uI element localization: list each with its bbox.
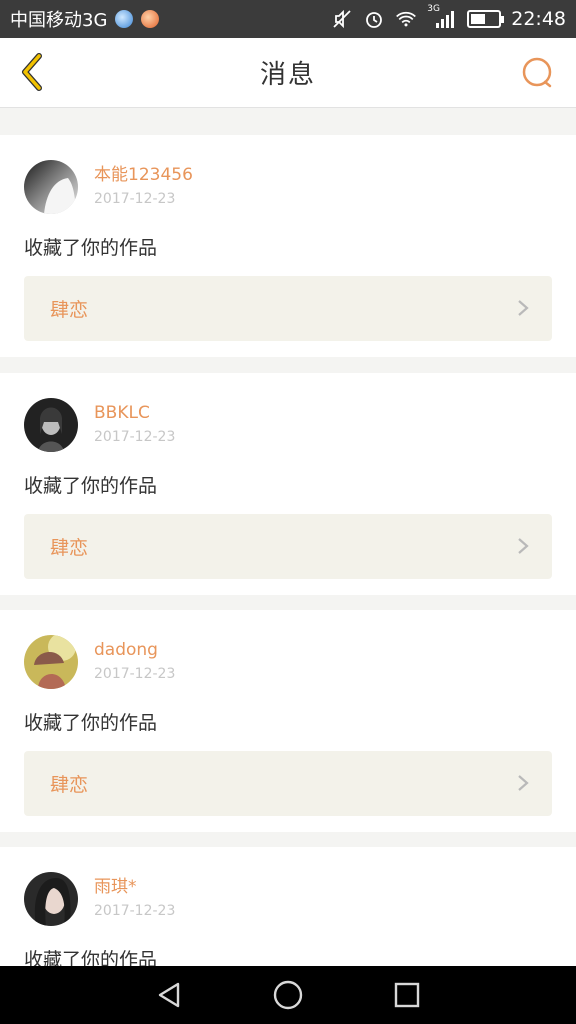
message-header: 雨琪* 2017-12-23 [24,871,175,927]
message-date: 2017-12-23 [94,191,176,207]
search-icon [522,57,552,88]
message-header: 本能123456 2017-12-23 [24,159,193,215]
app-orange-icon [141,10,160,28]
avatar[interactable] [24,160,78,214]
search-button[interactable] [518,53,558,93]
chevron-right-icon [516,536,530,556]
username[interactable]: dadong [94,639,175,661]
page-title: 消息 [259,60,316,90]
system-home-button[interactable] [268,975,308,1015]
back-triangle-icon [159,982,180,1008]
alarm-icon [363,8,385,30]
action-text: 收藏了你的作品 [24,712,158,734]
nav-bar: 消息 [0,38,576,108]
username[interactable]: 本能123456 [94,164,193,186]
message-header: dadong 2017-12-23 [24,634,175,690]
carrier-label: 中国移动3G [10,10,108,31]
message-header: BBKLC 2017-12-23 [24,397,175,453]
back-button[interactable] [10,50,54,94]
work-link[interactable]: 肆恋 [24,276,552,341]
action-text: 收藏了你的作品 [24,475,158,497]
message-card[interactable]: 本能123456 2017-12-23 收藏了你的作品 肆恋 [0,135,576,357]
username[interactable]: 雨琪* [94,876,175,898]
app-blue-icon [115,10,134,28]
mute-icon [331,8,353,30]
avatar[interactable] [24,398,78,452]
work-link[interactable]: 肆恋 [24,514,552,579]
avatar[interactable] [24,635,78,689]
work-title: 肆恋 [50,299,89,321]
message-date: 2017-12-23 [94,903,176,919]
message-card[interactable]: BBKLC 2017-12-23 收藏了你的作品 肆恋 [0,373,576,595]
network-badge: 3G [427,4,440,14]
work-link[interactable]: 肆恋 [24,751,552,816]
username[interactable]: BBKLC [94,402,175,424]
chevron-right-icon [516,298,530,318]
message-list[interactable]: 本能123456 2017-12-23 收藏了你的作品 肆恋 BBKLC 201… [0,109,576,966]
action-text: 收藏了你的作品 [24,237,158,259]
chevron-right-icon [516,773,530,793]
action-text: 收藏了你的作品 [24,949,158,966]
signal-icon: 3G [427,4,457,30]
wifi-icon [395,8,417,30]
clock: 22:48 [511,8,566,30]
message-card[interactable]: dadong 2017-12-23 收藏了你的作品 肆恋 [0,610,576,832]
recents-square-icon [394,982,419,1008]
system-nav-bar [0,966,576,1024]
message-date: 2017-12-23 [94,666,176,682]
message-card[interactable]: 雨琪* 2017-12-23 收藏了你的作品 [0,847,576,966]
work-title: 肆恋 [50,537,89,559]
work-title: 肆恋 [50,774,89,796]
status-bar: 中国移动3G 3G 22:48 [0,0,576,38]
home-circle-icon [273,980,303,1010]
avatar[interactable] [24,872,78,926]
chevron-left-icon [22,53,42,91]
battery-icon [467,10,505,28]
message-date: 2017-12-23 [94,429,176,445]
system-recents-button[interactable] [387,975,427,1015]
system-back-button[interactable] [149,975,189,1015]
